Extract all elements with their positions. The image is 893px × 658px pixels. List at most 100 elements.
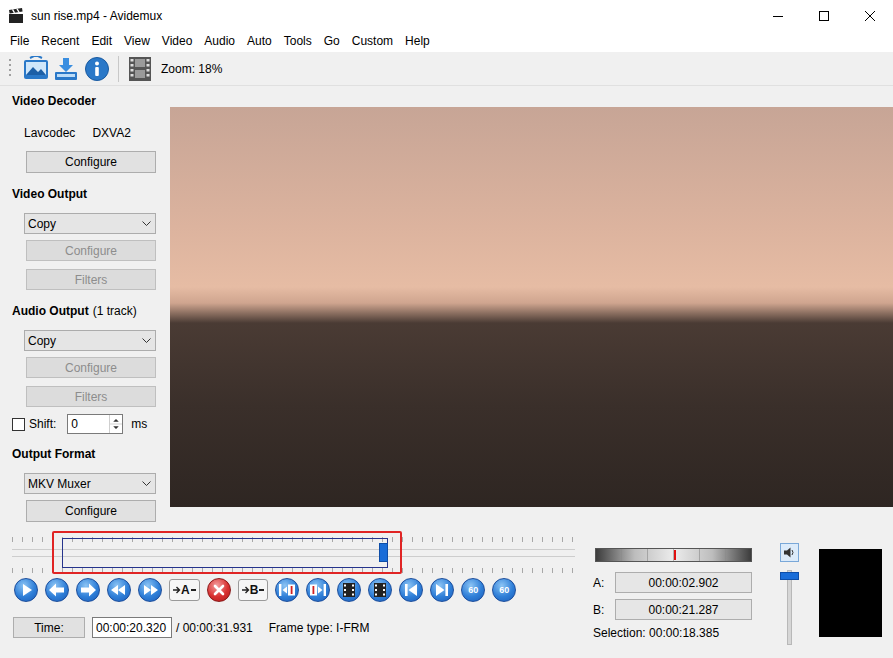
marker-label: B: [588,601,615,619]
marker-field: 00:00:02.902 [615,572,752,593]
volume-panel [760,527,808,658]
set-marker-button[interactable]: A [169,579,200,601]
configure-button[interactable]: Configure [26,151,156,173]
title-bar: sun rise.mp4 - Avidemux [0,0,893,31]
section-heading: Audio Output(1 track) [12,303,165,319]
clapperboard-icon [8,8,24,24]
preview-box [819,549,882,637]
film-strip-icon[interactable] [127,56,153,82]
toolbar-separator [118,56,119,82]
volume-thumb[interactable] [780,572,799,580]
open-video-icon[interactable] [23,56,49,82]
timeline-track[interactable] [12,535,575,575]
shift-spinbox[interactable]: 0 [67,414,123,434]
main-area: Video Decoder Lavcodec DXVA2 Configure Video… [0,86,893,527]
timeline-ticks [12,568,575,573]
jump-button[interactable]: 60 [492,578,516,602]
shift-row: Shift: 0 ms [12,414,165,434]
chevron-down-icon [142,481,151,487]
total-duration: / 00:00:31.931 [176,619,253,637]
chevron-down-icon [142,221,151,227]
first-frame-button[interactable] [399,578,423,602]
decoder-acceleration: DXVA2 [92,124,130,142]
decoder-name: Lavcodec [24,124,75,142]
first-frame-icon [399,578,423,602]
set-marker-button[interactable]: B [238,579,269,601]
window-title: sun rise.mp4 - Avidemux [31,7,162,25]
configure-button[interactable]: Configure [26,500,156,522]
previous-frame-button[interactable] [45,578,69,602]
meter-marker [674,550,676,560]
section-heading: Video Output [12,186,165,202]
frame-type: Frame type: I-FRM [269,619,370,637]
track-count: (1 track) [93,303,137,319]
video-area [165,86,893,527]
next-frame-button[interactable] [76,578,100,602]
menu-item[interactable]: Audio [198,31,241,52]
time-row: Time: 00:00:20.320/ 00:00:31.931 Frame typ… [0,617,588,638]
output-format-select[interactable]: MKV Muxer [24,473,156,494]
last-frame-button[interactable] [430,578,454,602]
play-button[interactable] [14,578,38,602]
configure-button: Configure [26,240,156,261]
next-keyframe-button[interactable] [306,578,330,602]
menu-item[interactable]: Help [399,31,436,52]
menu-item[interactable]: Video [156,31,198,52]
menu-item[interactable]: Go [318,31,346,52]
delete-icon [207,578,231,602]
menu-item[interactable]: Tools [278,31,318,52]
selection-range [62,538,388,568]
next-black-button[interactable] [368,578,392,602]
playback-controls: A B 60 60 [14,577,588,603]
chevron-down-icon [142,338,151,344]
timeline-groove [12,549,575,557]
highlight-box [52,531,402,574]
section-heading: Output Format [12,446,165,462]
volume-slider[interactable] [787,570,792,645]
marker-label: A: [588,574,615,592]
menu-item[interactable]: Custom [346,31,399,52]
jump-button[interactable]: 60 [461,578,485,602]
previous-black-icon [337,578,361,602]
marker-row: B:00:00:21.287 [588,599,760,620]
previous-keyframe-button[interactable] [275,578,299,602]
menu-item[interactable]: Auto [241,31,278,52]
markers-panel: A:00:00:02.902 B:00:00:21.287 Selection: 0… [588,527,760,658]
fast-forward-button[interactable] [138,578,162,602]
fast-forward-icon [138,578,162,602]
zoom-label: Zoom: 18% [161,60,222,78]
maximize-icon[interactable] [801,0,847,31]
grip-icon [8,57,12,81]
speaker-icon[interactable] [780,543,799,562]
audio-codec-select[interactable]: Copy [24,330,156,351]
time-button[interactable]: Time: [13,617,85,638]
configure-button: Configure [26,357,156,378]
video-codec-select[interactable]: Copy [24,213,156,234]
decoder-row: Lavcodec DXVA2 [12,125,165,141]
rewind-icon [107,578,131,602]
menu-item[interactable]: File [4,31,35,52]
time-field[interactable]: 00:00:20.320 [92,617,172,638]
bottom-area: A B 60 60 Time: 00:00:20.320/ 00:00:31.931 Fra… [0,527,893,658]
delete-button[interactable] [207,578,231,602]
minimize-icon[interactable] [755,0,801,31]
close-icon[interactable] [847,0,893,31]
save-video-icon[interactable] [53,56,79,82]
menu-item[interactable]: Edit [85,31,118,52]
shift-checkbox[interactable] [12,418,25,431]
timeline-thumb[interactable] [379,543,388,562]
filters-button: Filters [26,386,156,407]
rewind-button[interactable] [107,578,131,602]
section-heading: Video Decoder [12,93,165,109]
menu-item[interactable]: View [118,31,156,52]
audio-meter [595,548,752,562]
shift-unit: ms [131,415,147,433]
shift-label: Shift: [29,415,56,433]
selection-duration: Selection: 00:00:18.385 [588,625,760,641]
info-icon[interactable] [84,56,110,82]
next-black-icon [368,578,392,602]
menu-item[interactable]: Recent [35,31,85,52]
filters-button: Filters [26,269,156,290]
next-frame-icon [76,578,100,602]
previous-black-button[interactable] [337,578,361,602]
